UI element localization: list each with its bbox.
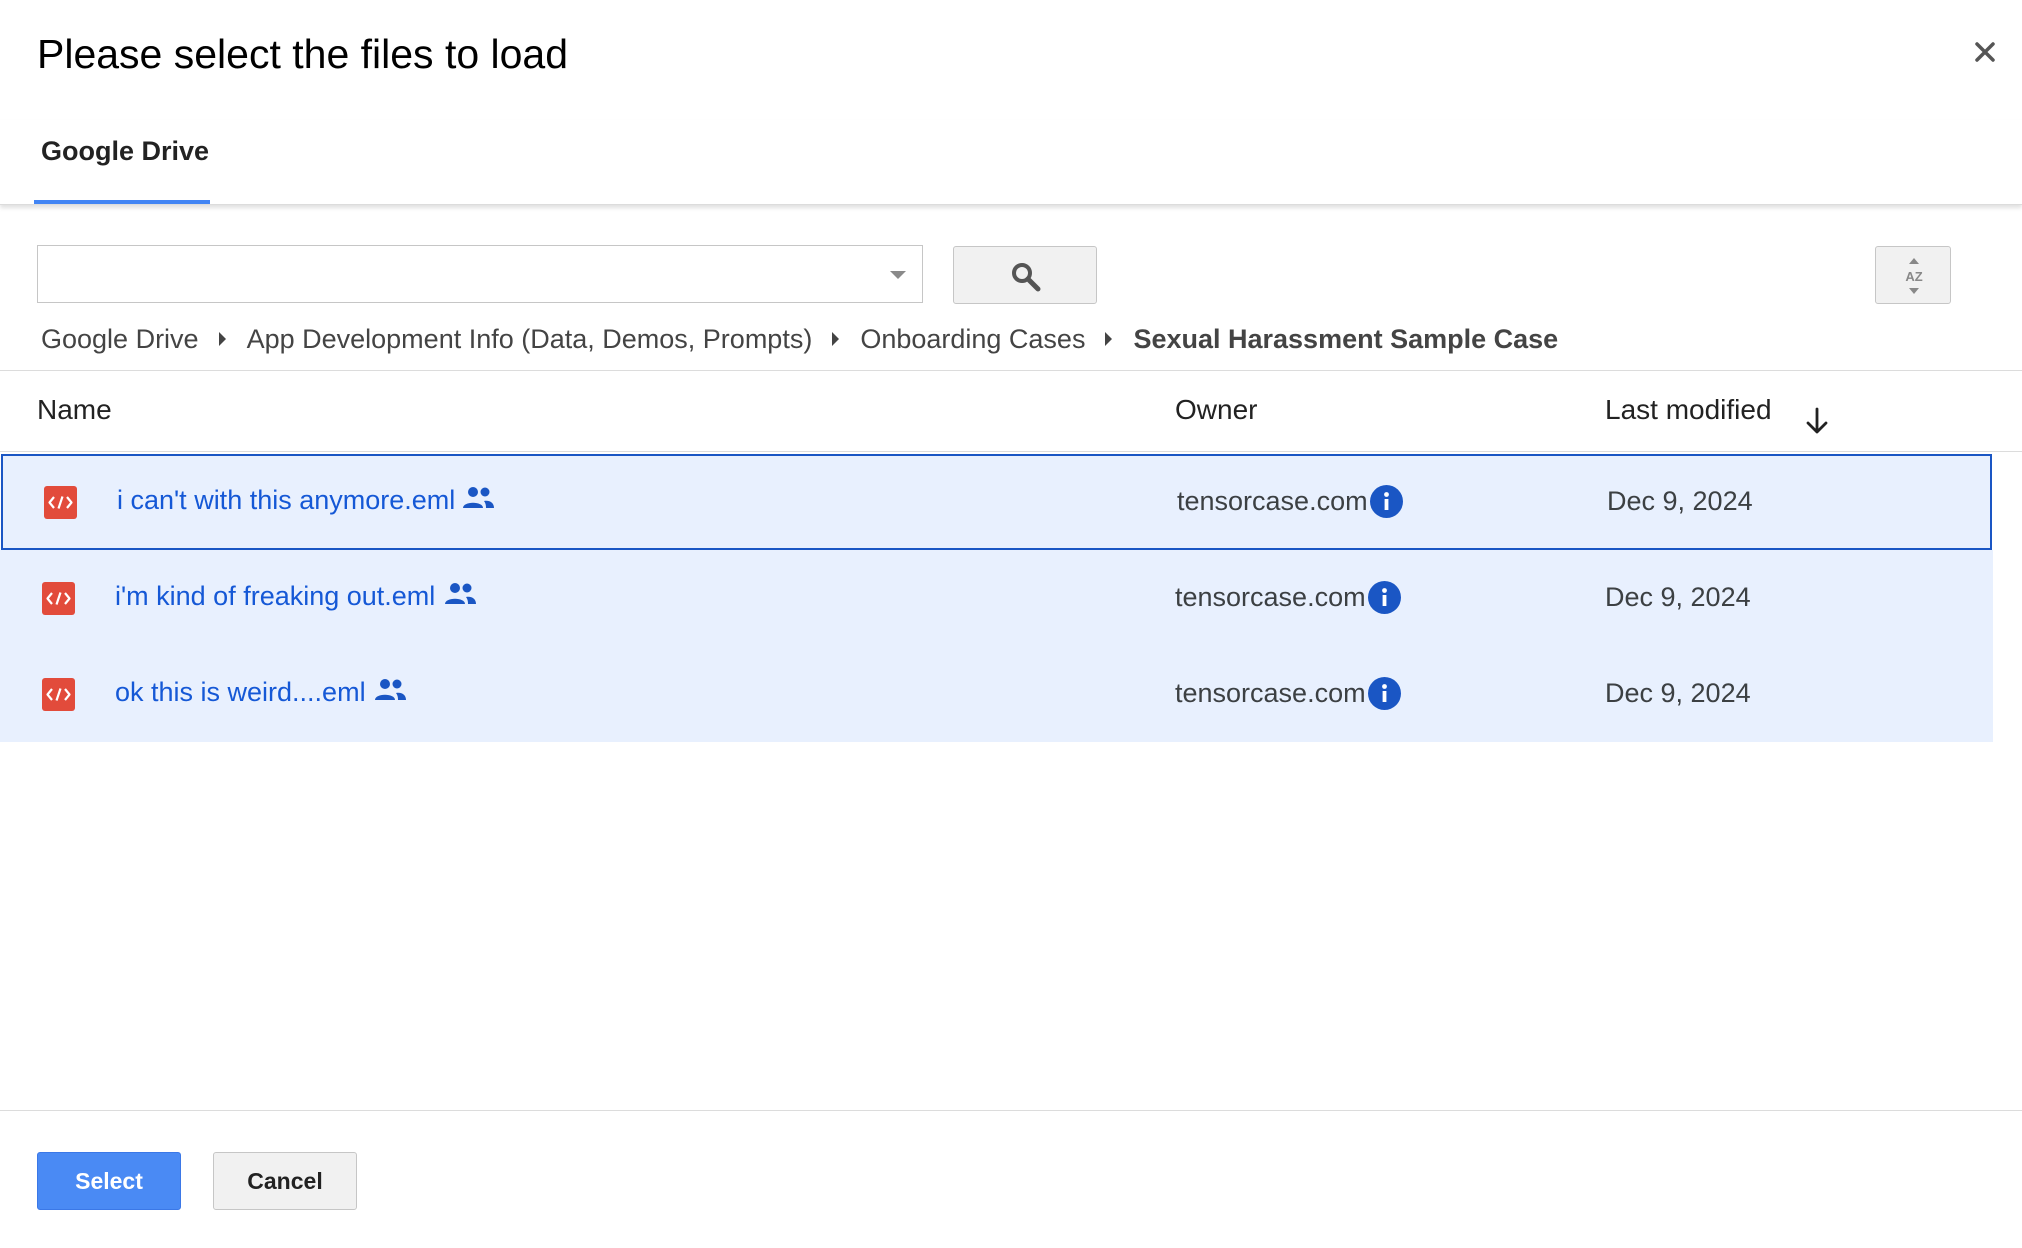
file-name[interactable]: ok this is weird....eml (115, 677, 366, 708)
chevron-down-icon[interactable] (890, 271, 906, 279)
sort-az-button[interactable]: AZ (1875, 246, 1951, 304)
select-button[interactable]: Select (37, 1152, 181, 1210)
code-file-icon (44, 486, 77, 519)
breadcrumb-item-current: Sexual Harassment Sample Case (1133, 323, 1559, 354)
close-button[interactable] (1967, 34, 2003, 70)
tab-label: Google Drive (41, 136, 210, 166)
owner-name: tensorcase.com (1175, 582, 1366, 612)
divider (0, 370, 2022, 371)
code-file-icon (42, 678, 75, 711)
column-header-owner[interactable]: Owner (1175, 394, 1257, 426)
breadcrumb: Google Drive App Development Info (Data,… (41, 322, 1558, 356)
owner-name: tensorcase.com (1177, 486, 1368, 516)
cancel-button[interactable]: Cancel (213, 1152, 357, 1210)
info-icon[interactable] (1370, 485, 1403, 518)
code-file-icon (42, 582, 75, 615)
shared-people-icon (375, 679, 406, 700)
dialog-title: Please select the files to load (37, 31, 569, 77)
close-icon (1975, 42, 1995, 62)
column-header-last-modified[interactable]: Last modified (1605, 394, 1772, 426)
file-picker-dialog: Please select the files to load Google D… (0, 0, 2022, 1248)
breadcrumb-item-google-drive[interactable]: Google Drive (41, 324, 199, 355)
search-icon (1012, 263, 1041, 292)
search-input[interactable] (38, 246, 868, 302)
arrow-down-icon[interactable] (1804, 406, 1830, 436)
breadcrumb-item-onboarding-cases[interactable]: Onboarding Cases (860, 324, 1085, 355)
owner-name: tensorcase.com (1175, 678, 1366, 708)
shared-people-icon (463, 487, 494, 508)
last-modified-date: Dec 9, 2024 (1607, 486, 1753, 516)
chevron-right-icon (832, 332, 840, 346)
svg-text:AZ: AZ (1905, 269, 1922, 284)
sort-az-icon: AZ (1905, 258, 1923, 294)
search-button[interactable] (953, 246, 1097, 304)
tab-google-drive[interactable]: Google Drive (34, 120, 210, 204)
last-modified-date: Dec 9, 2024 (1605, 678, 1751, 708)
file-list: i can't with this anymore.eml tensorcase… (0, 454, 1993, 742)
chevron-right-icon (218, 332, 226, 346)
search-combobox[interactable] (37, 245, 923, 303)
shared-people-icon (445, 583, 476, 604)
breadcrumb-item-app-development-info[interactable]: App Development Info (Data, Demos, Promp… (247, 324, 813, 355)
table-row[interactable]: i'm kind of freaking out.eml tensorcase.… (0, 550, 1993, 646)
tab-bar: Google Drive (0, 120, 2022, 205)
last-modified-date: Dec 9, 2024 (1605, 582, 1751, 612)
chevron-right-icon (1105, 332, 1113, 346)
info-icon[interactable] (1368, 581, 1401, 614)
table-row[interactable]: ok this is weird....eml tensorcase.com D… (0, 646, 1993, 742)
file-name[interactable]: i'm kind of freaking out.eml (115, 581, 435, 612)
info-icon[interactable] (1368, 677, 1401, 710)
column-header-name[interactable]: Name (37, 394, 112, 426)
table-row[interactable]: i can't with this anymore.eml tensorcase… (1, 454, 1992, 550)
file-name[interactable]: i can't with this anymore.eml (117, 485, 455, 516)
divider (0, 451, 2022, 452)
divider (0, 1110, 2022, 1111)
